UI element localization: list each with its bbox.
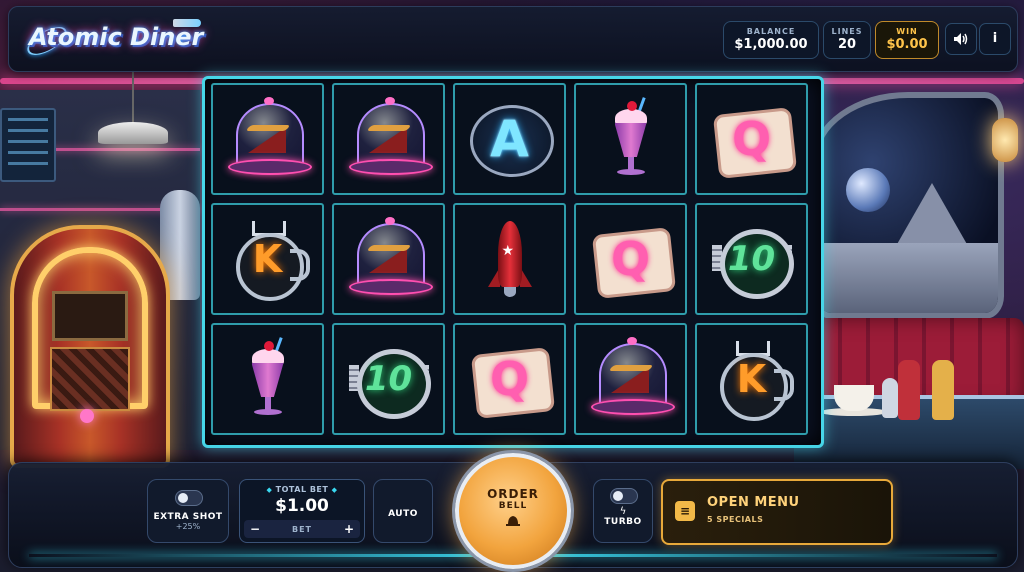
win-label: WIN <box>896 27 918 36</box>
planet <box>846 168 890 212</box>
win-value: $0.00 <box>886 37 928 52</box>
order-label: ORDER <box>487 487 539 501</box>
rocket-icon <box>173 19 201 27</box>
milkshake-symbol-icon <box>589 97 673 181</box>
reel-cell <box>332 83 445 195</box>
specials-count: 5 SPECIALS <box>707 515 764 524</box>
toggle-switch-icon <box>175 490 203 506</box>
auto-label: AUTO <box>388 509 418 519</box>
extra-shot-toggle[interactable]: EXTRA SHOT +25% <box>147 479 229 543</box>
top-bar: Atomic Diner BALANCE $1,000.00 LINES 20 … <box>8 6 1018 72</box>
balance-value: $1,000.00 <box>734 37 808 52</box>
rocket-symbol-icon: ★ <box>468 217 552 301</box>
pie-symbol-icon <box>226 97 312 181</box>
menu-icon: ≡ <box>675 501 695 521</box>
bet-adjust-row: − BET + <box>244 520 360 538</box>
lines-display: LINES 20 <box>823 21 871 59</box>
reel-grid: A Q K ★ Q 10 10 Q K <box>202 76 824 448</box>
reel-cell: Q <box>574 203 687 315</box>
reel-cell <box>574 323 687 435</box>
wall-lamp <box>992 118 1018 162</box>
logo-text: Atomic Diner <box>29 23 204 51</box>
q-symbol: Q <box>468 337 555 421</box>
reel-cell: Q <box>695 83 808 195</box>
open-menu-label: OPEN MENU <box>707 495 800 510</box>
turbo-toggle[interactable]: ϟ TURBO <box>593 479 653 543</box>
mustard-bottle <box>932 360 954 420</box>
bell-label: BELL <box>498 501 528 511</box>
bell-icon <box>459 514 567 529</box>
reel-cell: 10 <box>332 323 445 435</box>
jukebox <box>10 225 170 468</box>
extra-shot-label: EXTRA SHOT <box>153 512 223 522</box>
win-display: WIN $0.00 <box>875 21 939 59</box>
bet-label: BET <box>291 524 313 534</box>
lines-label: LINES <box>831 27 863 36</box>
total-bet-value: $1.00 <box>275 496 329 516</box>
ten-symbol: 10 <box>710 217 794 301</box>
pie-symbol-icon <box>347 217 433 301</box>
sound-button[interactable] <box>945 23 977 55</box>
total-bet-panel: ◆ TOTAL BET ◆ $1.00 − BET + <box>239 479 365 543</box>
reel-cell: ★ <box>453 203 566 315</box>
diamond-icon: ◆ <box>331 486 338 494</box>
a-symbol: A <box>468 97 554 181</box>
auto-button[interactable]: AUTO <box>373 479 433 543</box>
lines-value: 20 <box>837 37 857 52</box>
q-symbol: Q <box>589 217 676 301</box>
k-symbol: K <box>710 337 794 421</box>
ten-symbol: 10 <box>347 337 431 421</box>
reel-cell: K <box>211 203 324 315</box>
pendant-lamp <box>98 122 168 144</box>
control-bar: EXTRA SHOT +25% ◆ TOTAL BET ◆ $1.00 − BE… <box>8 453 1018 569</box>
pie-symbol-icon <box>347 97 433 181</box>
turbo-label: TURBO <box>604 517 642 527</box>
diamond-icon: ◆ <box>266 486 273 494</box>
balance-display: BALANCE $1,000.00 <box>723 21 819 59</box>
milkshake-symbol-icon <box>226 337 310 421</box>
reel-cell: A <box>453 83 566 195</box>
extra-shot-sub: +25% <box>175 522 201 531</box>
game-logo: Atomic Diner <box>22 15 223 65</box>
coffee-cup <box>834 385 874 411</box>
toggle-switch-icon <box>610 488 638 504</box>
reel-cell <box>211 83 324 195</box>
q-symbol: Q <box>710 97 797 181</box>
open-menu-button[interactable]: ≡ OPEN MENU 5 SPECIALS <box>661 479 893 545</box>
reel-cell <box>332 203 445 315</box>
info-button[interactable]: i <box>979 23 1011 55</box>
speaker-icon <box>954 33 968 45</box>
bet-increase-button[interactable]: + <box>338 522 360 536</box>
order-bell-spin-button[interactable]: ORDER BELL <box>455 453 571 569</box>
k-symbol: K <box>226 217 310 301</box>
total-bet-label: TOTAL BET <box>275 485 329 494</box>
info-icon: i <box>992 31 998 46</box>
bet-decrease-button[interactable]: − <box>244 522 266 536</box>
reel-cell <box>574 83 687 195</box>
balance-label: BALANCE <box>746 27 796 36</box>
reel-cell <box>211 323 324 435</box>
lightning-icon: ϟ <box>619 506 627 517</box>
reel-cell: 10 <box>695 203 808 315</box>
reel-cell: Q <box>453 323 566 435</box>
wall-menu-screen <box>0 108 56 182</box>
space-window <box>812 92 1004 319</box>
pie-symbol-icon <box>589 337 675 421</box>
ketchup-bottle <box>898 360 920 420</box>
salt-shaker <box>882 378 898 418</box>
reel-cell: K <box>695 323 808 435</box>
